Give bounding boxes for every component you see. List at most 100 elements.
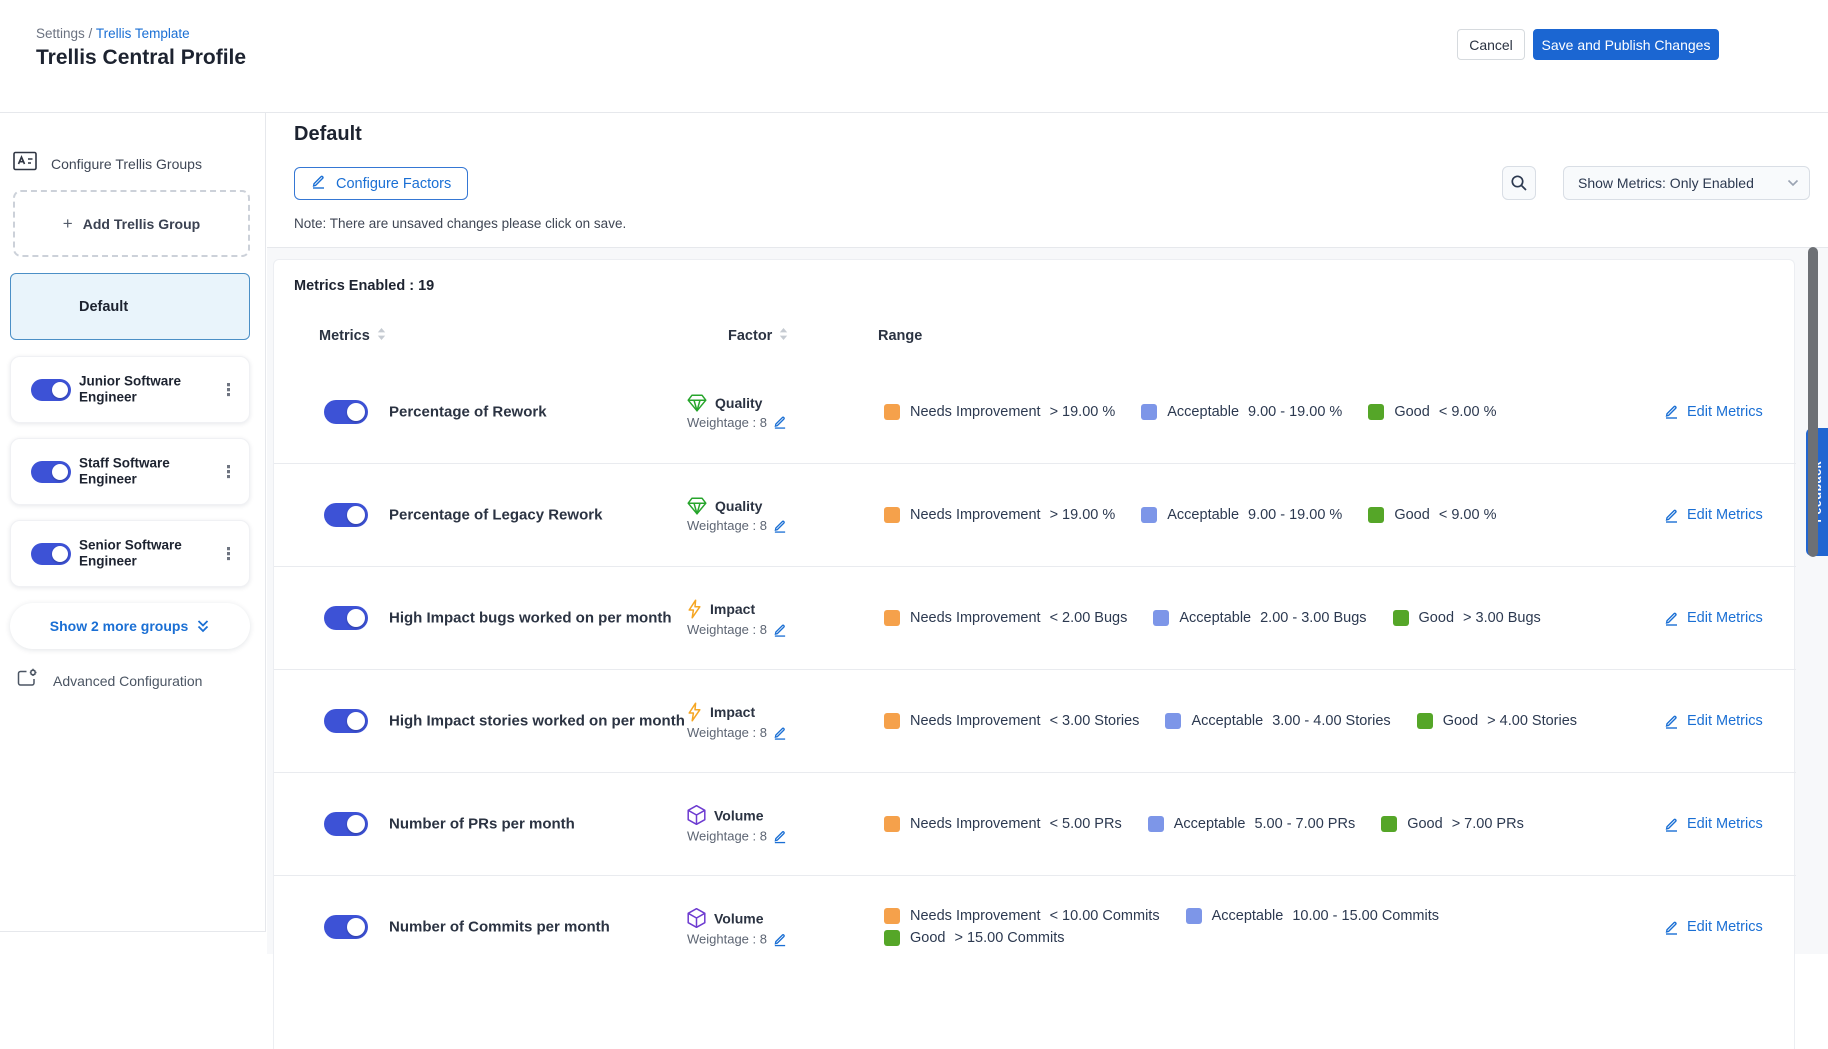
- show-metrics-dropdown[interactable]: Show Metrics: Only Enabled: [1563, 166, 1810, 200]
- range-chip: Acceptable 9.00 - 19.00 %: [1141, 404, 1342, 420]
- metric-enable-toggle[interactable]: [324, 400, 368, 424]
- breadcrumb-settings[interactable]: Settings: [36, 26, 85, 41]
- toggle-knob: [347, 815, 365, 833]
- range-chip: Acceptable 9.00 - 19.00 %: [1141, 507, 1342, 523]
- sidebar-group-card[interactable]: Staff Software Engineer ⋮: [10, 438, 250, 505]
- range-cell: Needs Improvement > 19.00 % Acceptable 9…: [884, 404, 1609, 420]
- edit-pencil-icon: [1664, 920, 1679, 935]
- main-body: Metrics Enabled : 19 Metrics Factor Rang…: [267, 247, 1828, 954]
- range-cell: Needs Improvement < 5.00 PRs Acceptable …: [884, 816, 1609, 832]
- metric-enable-toggle[interactable]: [324, 606, 368, 630]
- metric-enable-toggle[interactable]: [324, 709, 368, 733]
- range-level-label: Acceptable: [1179, 610, 1251, 626]
- factor-cell: Impact Weightage : 8: [687, 702, 787, 740]
- breadcrumb-trellis-template[interactable]: Trellis Template: [96, 26, 190, 41]
- edit-pencil-icon: [1664, 611, 1679, 626]
- range-chip: Needs Improvement < 5.00 PRs: [884, 816, 1122, 832]
- sort-icon[interactable]: [377, 328, 386, 344]
- edit-pencil-icon[interactable]: [773, 932, 787, 946]
- range-color-swatch: [1165, 713, 1181, 729]
- vertical-scrollbar-thumb[interactable]: [1808, 247, 1818, 557]
- range-level-label: Needs Improvement: [910, 816, 1041, 832]
- edit-pencil-icon[interactable]: [773, 829, 787, 843]
- cube-icon: [687, 805, 706, 826]
- column-header-metrics[interactable]: Metrics: [319, 328, 386, 344]
- group-label: Junior Software Engineer: [79, 373, 207, 406]
- lightning-icon: [687, 599, 702, 619]
- group-enable-toggle[interactable]: [31, 379, 71, 401]
- kebab-menu-icon[interactable]: ⋮: [220, 381, 237, 398]
- metrics-enabled-count: Metrics Enabled : 19: [294, 278, 434, 294]
- range-color-swatch: [1381, 816, 1397, 832]
- edit-pencil-icon[interactable]: [773, 415, 787, 429]
- range-value: 9.00 - 19.00 %: [1248, 404, 1342, 420]
- cancel-button[interactable]: Cancel: [1457, 29, 1525, 60]
- factor-name: Volume: [714, 910, 764, 926]
- sort-icon[interactable]: [779, 328, 788, 344]
- cube-icon: [687, 908, 706, 929]
- gem-icon: [687, 497, 707, 515]
- range-value: < 9.00 %: [1439, 404, 1497, 420]
- metric-name: Percentage of Legacy Rework: [389, 507, 602, 524]
- sidebar-group-card[interactable]: Junior Software Engineer ⋮: [10, 356, 250, 423]
- edit-metrics-link[interactable]: Edit Metrics: [1664, 919, 1763, 935]
- kebab-menu-icon[interactable]: ⋮: [220, 463, 237, 480]
- edit-pencil-icon[interactable]: [773, 726, 787, 740]
- toggle-knob: [52, 382, 68, 398]
- column-header-factor[interactable]: Factor: [728, 328, 788, 344]
- show-more-groups-button[interactable]: Show 2 more groups: [10, 603, 250, 649]
- search-button[interactable]: [1502, 166, 1536, 200]
- edit-metrics-label: Edit Metrics: [1687, 610, 1763, 626]
- toggle-knob: [347, 609, 365, 627]
- range-value: 9.00 - 19.00 %: [1248, 507, 1342, 523]
- range-chip: Acceptable 3.00 - 4.00 Stories: [1165, 713, 1390, 729]
- edit-metrics-link[interactable]: Edit Metrics: [1664, 610, 1763, 626]
- group-enable-toggle[interactable]: [31, 543, 71, 565]
- metric-enable-toggle[interactable]: [324, 915, 368, 939]
- metrics-rows: Percentage of Rework: [274, 360, 1796, 978]
- configure-factors-button[interactable]: Configure Factors: [294, 167, 468, 200]
- edit-metrics-link[interactable]: Edit Metrics: [1664, 713, 1763, 729]
- advanced-configuration-label: Advanced Configuration: [53, 673, 202, 689]
- range-value: > 15.00 Commits: [954, 930, 1064, 946]
- sidebar-item-default[interactable]: Default: [10, 273, 250, 340]
- save-and-publish-button[interactable]: Save and Publish Changes: [1533, 29, 1719, 60]
- advanced-configuration-link[interactable]: Advanced Configuration: [17, 668, 202, 693]
- edit-pencil-icon: [1664, 404, 1679, 419]
- column-header-range: Range: [878, 328, 922, 344]
- range-chip: Needs Improvement < 10.00 Commits: [884, 908, 1160, 924]
- factor-name: Quality: [715, 395, 762, 411]
- edit-metrics-link[interactable]: Edit Metrics: [1664, 404, 1763, 420]
- range-color-swatch: [884, 404, 900, 420]
- edit-metrics-label: Edit Metrics: [1687, 816, 1763, 832]
- group-enable-toggle[interactable]: [31, 461, 71, 483]
- add-trellis-group-button[interactable]: + Add Trellis Group: [13, 190, 250, 257]
- range-color-swatch: [1393, 610, 1409, 626]
- weightage-label: Weightage : 8: [687, 725, 767, 740]
- range-chip: Good > 7.00 PRs: [1381, 816, 1524, 832]
- range-value: < 2.00 Bugs: [1050, 610, 1128, 626]
- weightage-label: Weightage : 8: [687, 622, 767, 637]
- page-title: Trellis Central Profile: [36, 46, 246, 70]
- range-level-label: Needs Improvement: [910, 908, 1041, 924]
- table-row: High Impact stories worked on per month: [274, 669, 1796, 772]
- range-value: > 19.00 %: [1050, 404, 1116, 420]
- metric-name: High Impact bugs worked on per month: [389, 610, 672, 627]
- edit-pencil-icon: [1664, 817, 1679, 832]
- kebab-menu-icon[interactable]: ⋮: [220, 545, 237, 562]
- weightage-label: Weightage : 8: [687, 932, 767, 947]
- edit-pencil-icon[interactable]: [773, 519, 787, 533]
- edit-metrics-link[interactable]: Edit Metrics: [1664, 507, 1763, 523]
- lightning-icon: [687, 702, 702, 722]
- sidebar-group-card[interactable]: Senior Software Engineer ⋮: [10, 520, 250, 587]
- metric-enable-toggle[interactable]: [324, 812, 368, 836]
- weightage-label: Weightage : 8: [687, 518, 767, 533]
- edit-pencil-icon[interactable]: [773, 623, 787, 637]
- toggle-knob: [347, 403, 365, 421]
- metrics-table-card: Metrics Enabled : 19 Metrics Factor Rang…: [273, 259, 1795, 1049]
- range-value: < 5.00 PRs: [1050, 816, 1122, 832]
- metric-enable-toggle[interactable]: [324, 503, 368, 527]
- range-cell: Needs Improvement < 3.00 Stories Accepta…: [884, 713, 1609, 729]
- edit-metrics-link[interactable]: Edit Metrics: [1664, 816, 1763, 832]
- main-content: Default Configure Factors Note: There ar…: [267, 113, 1828, 954]
